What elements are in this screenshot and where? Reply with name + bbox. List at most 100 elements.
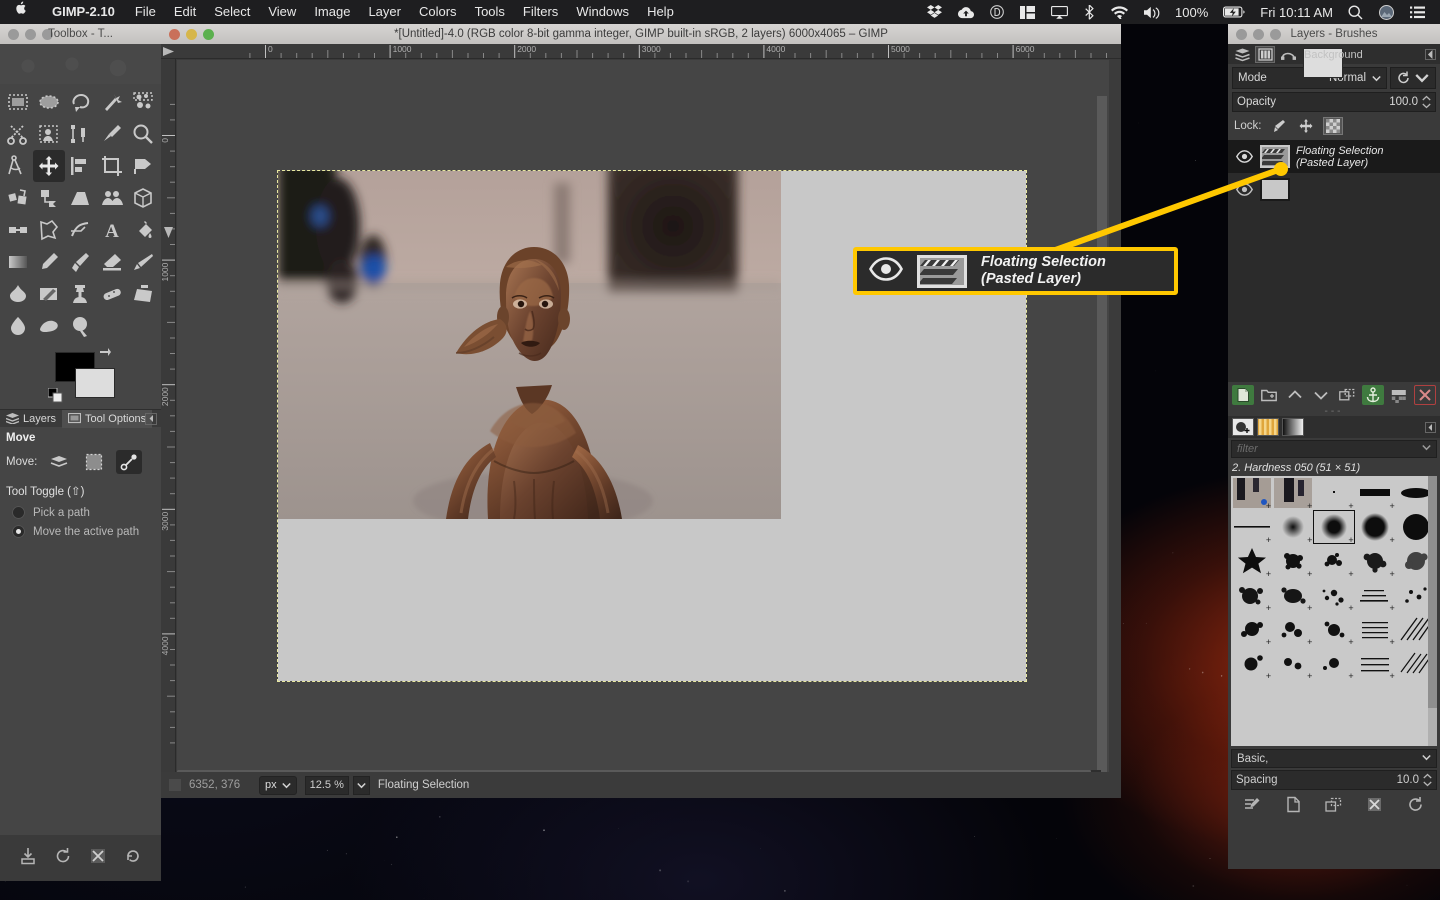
brush-item[interactable]: + bbox=[1272, 578, 1313, 613]
duplicate-brush-icon[interactable] bbox=[1325, 796, 1342, 818]
menu-image[interactable]: Image bbox=[305, 0, 359, 24]
lock-pixels-icon[interactable] bbox=[1269, 117, 1289, 135]
toolbox-window-controls[interactable] bbox=[0, 28, 53, 40]
opacity-slider[interactable]: Opacity 100.0 bbox=[1232, 92, 1436, 112]
brush-grid[interactable]: + + + + + + + + + + + + + + + + + + + + … bbox=[1231, 476, 1437, 746]
eye-visibility-icon[interactable] bbox=[1234, 183, 1254, 196]
brush-item[interactable]: + bbox=[1313, 578, 1354, 613]
option-move-active-path[interactable]: Move the active path bbox=[6, 522, 155, 541]
background-color-swatch[interactable] bbox=[75, 368, 115, 398]
channels-tab-icon[interactable] bbox=[1255, 45, 1275, 63]
brush-config-arrow-icon[interactable] bbox=[1425, 421, 1436, 433]
rotate-tool[interactable] bbox=[128, 150, 159, 182]
dock-config-arrow-icon[interactable] bbox=[1425, 48, 1436, 60]
delete-brush-icon[interactable] bbox=[1366, 796, 1383, 818]
move-path-icon[interactable] bbox=[116, 450, 143, 474]
eye-visibility-icon[interactable] bbox=[1234, 150, 1254, 163]
brush-item[interactable]: + bbox=[1231, 476, 1272, 511]
menu-edit[interactable]: Edit bbox=[165, 0, 205, 24]
tab-layers[interactable]: Layers bbox=[0, 410, 62, 428]
layer-list[interactable]: Floating Selection (Pasted Layer) Backgr… bbox=[1228, 48, 1440, 382]
paths-tool[interactable] bbox=[65, 118, 96, 150]
reset-blend-space-button[interactable] bbox=[1390, 67, 1436, 89]
radio-move-active-path[interactable] bbox=[12, 525, 25, 538]
brush-item-selected[interactable]: + bbox=[1313, 510, 1355, 545]
restore-tool-options-icon[interactable] bbox=[54, 847, 72, 870]
layers-tab-icon[interactable] bbox=[1232, 46, 1252, 63]
move-tool[interactable] bbox=[33, 150, 65, 182]
tab-tool-options[interactable]: Tool Options bbox=[62, 409, 153, 428]
brush-item[interactable]: + bbox=[1355, 476, 1396, 511]
edit-brush-icon[interactable] bbox=[1244, 796, 1261, 818]
canvas-vertical-scrollbar[interactable] bbox=[1097, 96, 1107, 772]
clone-tool[interactable] bbox=[65, 278, 96, 310]
refresh-brushes-icon[interactable] bbox=[1407, 796, 1424, 818]
new-layer-group-icon[interactable] bbox=[1258, 385, 1280, 405]
airplay-icon[interactable] bbox=[1043, 0, 1076, 24]
image-canvas-area[interactable] bbox=[177, 60, 1109, 772]
close-window-button[interactable] bbox=[8, 28, 19, 40]
toolbox-title-bar[interactable]: Toolbox - T... bbox=[0, 24, 161, 44]
brush-item[interactable]: + bbox=[1313, 544, 1354, 579]
brushes-tab-icon[interactable] bbox=[1232, 418, 1254, 436]
brush-item[interactable]: + bbox=[1272, 476, 1313, 511]
brush-item[interactable]: + bbox=[1272, 646, 1313, 681]
dropbox-icon[interactable] bbox=[919, 0, 950, 24]
menu-colors[interactable]: Colors bbox=[410, 0, 466, 24]
cloud-upload-icon[interactable] bbox=[950, 0, 982, 24]
brush-item[interactable]: + bbox=[1272, 510, 1313, 545]
wilber-drop-area[interactable] bbox=[0, 44, 161, 84]
save-tool-options-icon[interactable] bbox=[19, 847, 37, 870]
brush-item[interactable]: + bbox=[1313, 612, 1354, 647]
brush-item[interactable]: + bbox=[1355, 612, 1396, 647]
background-thumbnail-icon[interactable] bbox=[1260, 178, 1290, 201]
vertical-ruler[interactable]: 0 1000 2000 3000 4000 bbox=[161, 59, 176, 779]
layer-row-floating-selection[interactable]: Floating Selection (Pasted Layer) bbox=[1228, 140, 1440, 173]
patterns-tab-icon[interactable] bbox=[1257, 418, 1279, 436]
dock-resize-handle[interactable]: --- bbox=[1228, 407, 1440, 417]
menu-tools[interactable]: Tools bbox=[466, 0, 514, 24]
foreground-select-tool[interactable] bbox=[33, 118, 64, 150]
brush-item[interactable]: + bbox=[1355, 578, 1396, 613]
menu-help[interactable]: Help bbox=[638, 0, 683, 24]
brush-tag-selector[interactable]: Basic, bbox=[1231, 749, 1437, 768]
ink-tool[interactable] bbox=[2, 278, 33, 310]
brush-item[interactable]: + bbox=[1355, 510, 1396, 545]
anchor-layer-icon[interactable] bbox=[1362, 385, 1384, 405]
brush-item[interactable]: + bbox=[1231, 510, 1272, 545]
lock-alpha-icon[interactable] bbox=[1322, 117, 1343, 135]
lock-position-icon[interactable] bbox=[1296, 117, 1316, 135]
merge-down-icon[interactable] bbox=[1388, 385, 1410, 405]
spacing-spinner[interactable] bbox=[1423, 773, 1432, 787]
layer-thumbnail-icon[interactable] bbox=[1260, 145, 1290, 168]
zoom-tool[interactable] bbox=[128, 118, 159, 150]
brush-spacing-slider[interactable]: Spacing 10.0 bbox=[1231, 770, 1437, 790]
menu-clock[interactable]: Fri 10:11 AM bbox=[1253, 5, 1340, 20]
battery-charging-icon[interactable] bbox=[1215, 0, 1253, 24]
mypaint-brush-tool[interactable] bbox=[33, 278, 64, 310]
blur-sharpen-tool[interactable] bbox=[2, 310, 33, 342]
menu-windows[interactable]: Windows bbox=[567, 0, 638, 24]
alignment-tool[interactable] bbox=[65, 150, 96, 182]
dodge-burn-tool[interactable] bbox=[65, 310, 96, 342]
pencil-tool[interactable] bbox=[33, 246, 64, 278]
unit-selector[interactable]: px bbox=[259, 775, 297, 795]
fuzzy-select-tool[interactable] bbox=[96, 86, 127, 118]
new-layer-icon[interactable] bbox=[1232, 385, 1254, 405]
horizontal-ruler[interactable]: 0 1000 2000 3000 4000 5000 6000 bbox=[161, 44, 1121, 59]
delete-layer-icon[interactable] bbox=[1414, 385, 1436, 405]
volume-icon[interactable] bbox=[1136, 0, 1168, 24]
smudge-tool[interactable] bbox=[33, 310, 64, 342]
brush-item[interactable]: + bbox=[1355, 646, 1396, 681]
dock-menu-arrow-icon[interactable] bbox=[145, 412, 157, 425]
bucket-fill-tool[interactable] bbox=[128, 214, 159, 246]
menu-select[interactable]: Select bbox=[205, 0, 259, 24]
zoom-dropdown-arrow[interactable] bbox=[352, 775, 370, 795]
unified-transform-tool[interactable] bbox=[96, 182, 127, 214]
text-tool[interactable]: A bbox=[96, 214, 127, 246]
brush-item[interactable]: + bbox=[1231, 646, 1272, 681]
apple-icon[interactable] bbox=[0, 0, 41, 24]
brush-grid-scrollbar[interactable] bbox=[1428, 476, 1437, 746]
canvas-vscroll-thumb[interactable] bbox=[1097, 96, 1107, 772]
brush-item[interactable]: + bbox=[1272, 612, 1313, 647]
